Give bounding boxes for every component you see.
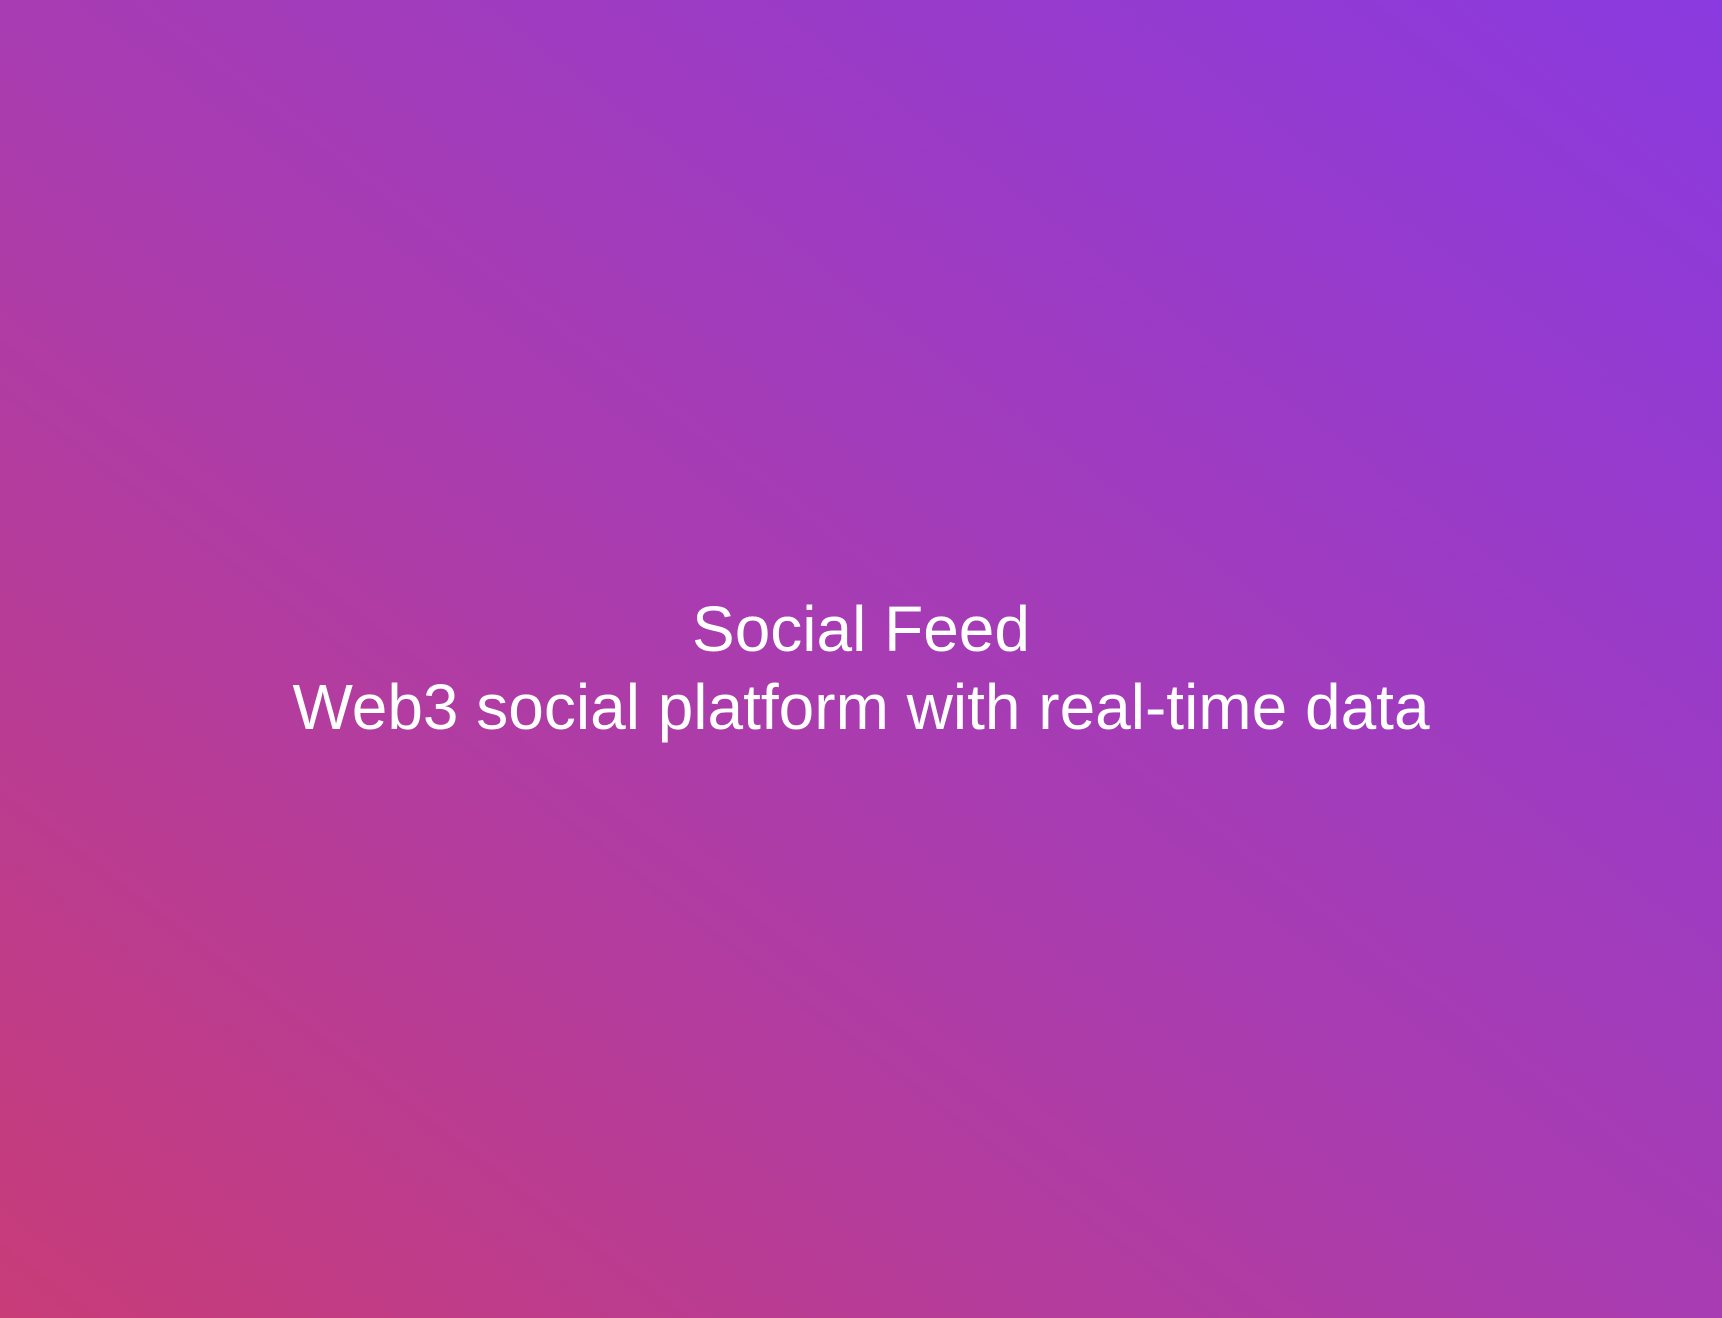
splash-text-block: Social Feed Web3 social platform with re… xyxy=(292,590,1429,746)
splash-screen: Social Feed Web3 social platform with re… xyxy=(0,0,1722,1318)
app-subtitle: Web3 social platform with real-time data xyxy=(292,671,1430,743)
app-title: Social Feed xyxy=(692,593,1030,665)
